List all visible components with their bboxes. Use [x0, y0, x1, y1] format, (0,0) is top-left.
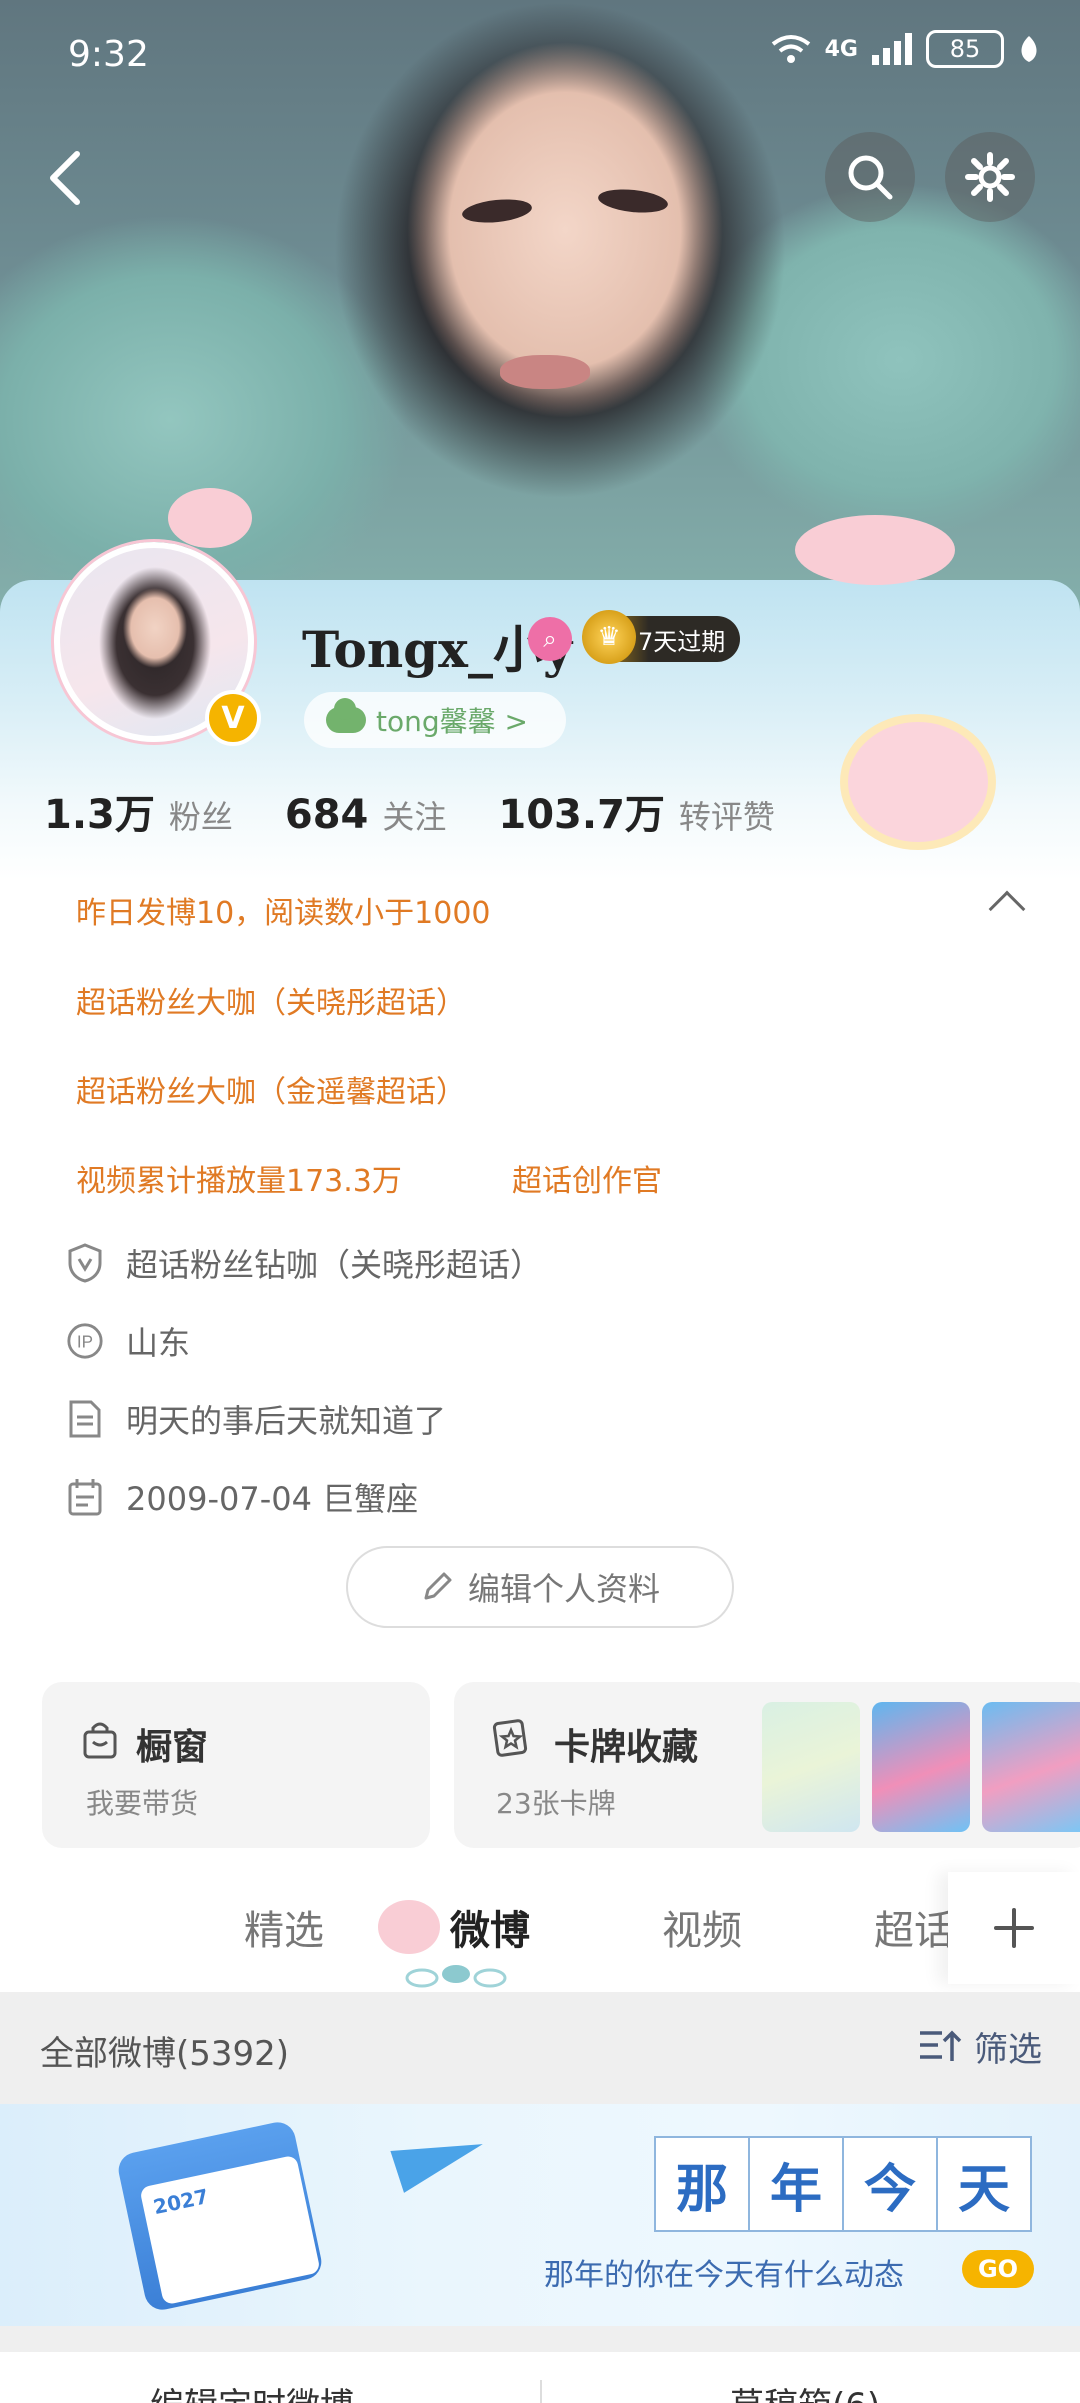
info-birthday-text: 2009-07-04 巨蟹座	[126, 1480, 419, 1518]
wifi-icon	[771, 35, 810, 63]
banner-char-1: 那	[654, 2136, 750, 2232]
network-label: 4G	[824, 36, 858, 62]
banner-subtitle: 那年的你在今天有什么动态	[544, 2258, 904, 2293]
svg-text:IP: IP	[77, 1333, 93, 1352]
back-arrow-icon	[50, 151, 80, 205]
pig-tab-icon	[378, 1900, 440, 1954]
info-ip-text: 山东	[126, 1324, 191, 1362]
info-ip-row: IP 山东	[66, 1318, 190, 1364]
calendar-icon	[66, 1478, 104, 1516]
cover-face-eye-right	[597, 186, 669, 216]
plus-icon	[994, 1908, 1034, 1948]
tab-featured[interactable]: 精选	[244, 1898, 324, 1956]
cloud-icon	[326, 698, 366, 733]
card-collection-subtitle: 23张卡牌	[496, 1787, 616, 1820]
following-count[interactable]: 684	[285, 792, 369, 838]
card-thumbnail-3[interactable]	[982, 1702, 1080, 1832]
cloud-underline-icon	[405, 1965, 507, 1988]
card-thumbnail-2[interactable]	[872, 1702, 970, 1832]
info-badge-row[interactable]: 超话粉丝钻咖（关晓彤超话）	[66, 1240, 542, 1286]
add-tab-button[interactable]	[948, 1872, 1080, 1984]
shop-window-tile[interactable]	[42, 1682, 430, 1848]
battery-icon: 85	[926, 30, 1004, 68]
cover-face-eye-left	[461, 196, 533, 226]
signal-icon	[872, 33, 912, 65]
pig-decoration-side	[848, 722, 988, 842]
shop-window-title: 橱窗	[136, 1727, 209, 1768]
fan-group-pill[interactable]: tong馨馨 >	[304, 692, 566, 748]
all-weibo-count[interactable]: 全部微博(5392)	[40, 2026, 289, 2075]
tab-weibo[interactable]: 微博	[450, 1898, 530, 1956]
card-collection-title: 卡牌收藏	[554, 1727, 699, 1768]
following-label[interactable]: 关注	[382, 792, 446, 838]
profile-tabs: 精选 微博 视频 超话	[0, 1862, 1080, 1990]
settings-button[interactable]	[945, 132, 1035, 222]
info-bio-text: 明天的事后天就知道了	[126, 1402, 447, 1440]
card-thumbnail-1[interactable]	[762, 1702, 860, 1832]
search-tag-icon[interactable]: ⌕	[528, 617, 572, 661]
filter-icon	[920, 2030, 962, 2061]
crown-icon: ♛	[582, 610, 636, 664]
pencil-icon	[424, 1572, 452, 1600]
highlight-post-count: 昨日发博10，阅读数小于1000	[76, 896, 491, 931]
followers-label[interactable]: 粉丝	[169, 792, 233, 838]
shop-window-subtitle: 我要带货	[86, 1787, 199, 1820]
card-star-icon	[492, 1719, 528, 1757]
edit-profile-label: 编辑个人资料	[467, 1570, 660, 1608]
vip-badge-label: 7天过期	[638, 627, 726, 656]
weibo-list-header: 全部微博(5392) 筛选	[0, 1992, 1080, 2104]
banner-char-3: 今	[842, 2136, 938, 2232]
highlight-video-plays: 视频累计播放量173.3万	[76, 1164, 402, 1199]
tab-supertopic[interactable]: 超话	[874, 1898, 954, 1956]
section-divider	[0, 2326, 1080, 2352]
search-icon	[848, 155, 893, 200]
status-time: 9:32	[68, 34, 149, 75]
ip-icon: IP	[66, 1322, 104, 1360]
shield-icon	[66, 1243, 104, 1283]
drafts-button[interactable]: 草稿箱(6)	[730, 2378, 880, 2403]
scheduled-weibo-button[interactable]: 编辑定时微博	[150, 2378, 354, 2403]
info-badge-text: 超话粉丝钻咖（关晓彤超话）	[126, 1246, 543, 1284]
tab-video[interactable]: 视频	[662, 1898, 742, 1956]
info-bio-row: 明天的事后天就知道了	[66, 1396, 446, 1442]
highlight-creator[interactable]: 超话创作官	[512, 1156, 662, 1200]
likes-count[interactable]: 103.7万	[498, 782, 665, 840]
banner-char-4: 天	[936, 2136, 1032, 2232]
battery-level: 85	[949, 35, 981, 63]
shopping-bag-icon	[83, 1722, 117, 1759]
search-button[interactable]	[825, 132, 915, 222]
verified-badge: V	[205, 690, 261, 746]
filter-label: 筛选	[974, 2030, 1042, 2070]
gear-icon	[965, 152, 1015, 202]
banner-char-2: 年	[748, 2136, 844, 2232]
highlight-supertopic-2[interactable]: 超话粉丝大咖（金遥馨超话）	[76, 1067, 466, 1111]
back-button[interactable]	[30, 138, 100, 218]
edit-profile-button[interactable]: 编辑个人资料	[346, 1546, 734, 1628]
profile-stats: 1.3万 粉丝 684 关注 103.7万 转评赞	[44, 782, 827, 840]
pig-decoration-top	[795, 515, 955, 585]
filter-button[interactable]: 筛选	[918, 2022, 1042, 2071]
status-icons: 4G 85	[771, 30, 1040, 68]
followers-count[interactable]: 1.3万	[44, 782, 155, 840]
fan-group-label: tong馨馨 >	[376, 705, 528, 738]
info-birthday-row: 2009-07-04 巨蟹座	[66, 1474, 418, 1520]
document-icon	[66, 1400, 104, 1438]
vip-badge[interactable]: ♛ 7天过期	[582, 610, 740, 664]
highlight-supertopic-1[interactable]: 超话粉丝大咖（关晓彤超话）	[76, 978, 466, 1022]
cover-face-lips	[500, 355, 590, 389]
likes-label[interactable]: 转评赞	[679, 792, 775, 838]
bottom-actions-divider	[540, 2380, 542, 2403]
banner-go-button[interactable]: GO	[962, 2250, 1034, 2288]
leaf-icon	[1021, 36, 1037, 62]
